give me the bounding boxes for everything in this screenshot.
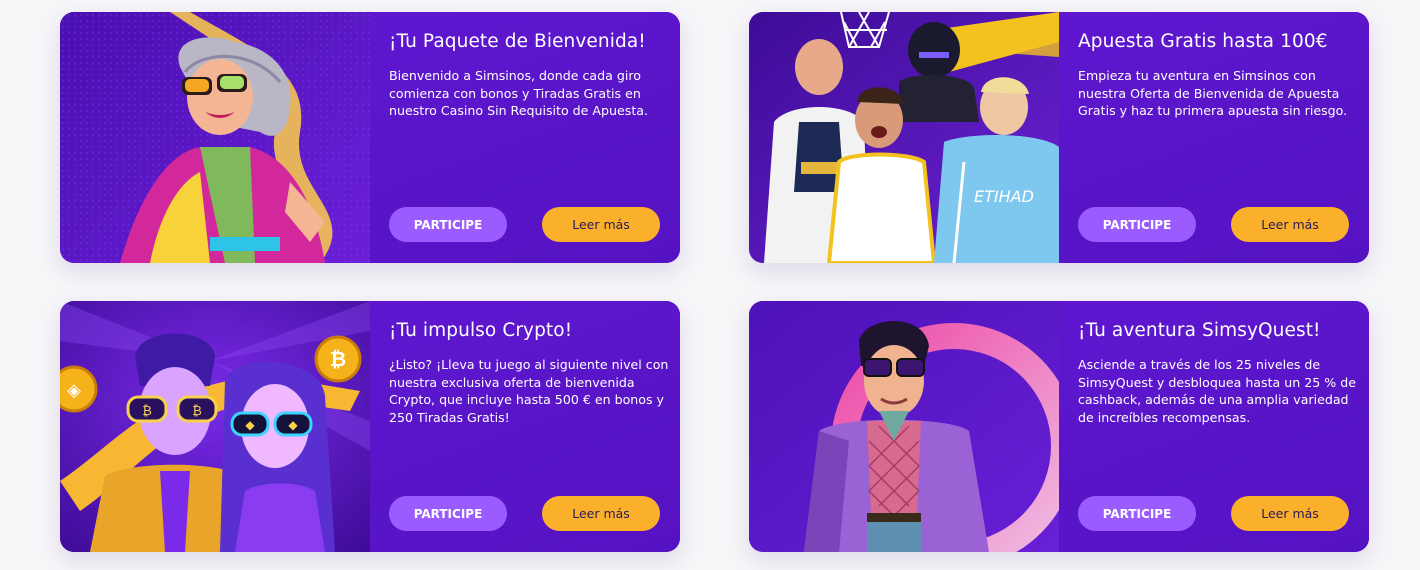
participate-button[interactable]: PARTICIPE xyxy=(389,496,507,531)
svg-text:ETIHAD: ETIHAD xyxy=(974,187,1034,206)
promo-card-content: ¡Tu impulso Crypto! ¿Listo? ¡Lleva tu ju… xyxy=(370,301,680,552)
promo-card-description: Empieza tu aventura en Simsinos con nues… xyxy=(1078,68,1348,118)
read-more-button[interactable]: Leer más xyxy=(542,207,660,242)
participate-button[interactable]: PARTICIPE xyxy=(1078,207,1196,242)
read-more-button[interactable]: Leer más xyxy=(1231,496,1349,531)
promo-card-welcome-package: ¡Tu Paquete de Bienvenida! Bienvenido a … xyxy=(60,12,680,263)
svg-text:₿: ₿ xyxy=(142,404,152,419)
svg-text:◆: ◆ xyxy=(245,418,255,432)
promo-card-crypto-boost: ₿ ◈ ₿ ₿ ◆ ◆ ¡Tu impulso Crypto! ¿Listo? … xyxy=(60,301,680,552)
promo-card-content: Apuesta Gratis hasta 100€ Empieza tu ave… xyxy=(1059,12,1369,263)
promo-card-title: ¡Tu Paquete de Bienvenida! xyxy=(389,31,646,52)
man-in-coat-illustration xyxy=(749,301,1059,552)
promo-card-content: ¡Tu aventura SimsyQuest! Asciende a trav… xyxy=(1059,301,1369,552)
promo-card-title: ¡Tu impulso Crypto! xyxy=(389,320,573,341)
svg-text:₿: ₿ xyxy=(330,347,346,371)
participate-button[interactable]: PARTICIPE xyxy=(1078,496,1196,531)
crypto-couple-illustration: ₿ ◈ ₿ ₿ ◆ ◆ xyxy=(60,301,370,552)
promo-card-simsyquest: ¡Tu aventura SimsyQuest! Asciende a trav… xyxy=(749,301,1369,552)
svg-text:₿: ₿ xyxy=(192,404,202,419)
promo-card-description: Bienvenido a Simsinos, donde cada giro c… xyxy=(389,68,648,118)
svg-text:◆: ◆ xyxy=(288,418,298,432)
read-more-button[interactable]: Leer más xyxy=(542,496,660,531)
svg-text:◈: ◈ xyxy=(67,380,81,401)
promo-card-content: ¡Tu Paquete de Bienvenida! Bienvenido a … xyxy=(370,12,680,263)
read-more-button[interactable]: Leer más xyxy=(1231,207,1349,242)
sports-athletes-collage: ETIHAD xyxy=(749,12,1059,263)
promo-card-free-bet: ETIHAD Apuesta Gratis hasta 100€ Empieza… xyxy=(749,12,1369,263)
woman-with-glasses-illustration xyxy=(60,12,370,263)
participate-button[interactable]: PARTICIPE xyxy=(389,207,507,242)
promo-card-description: Asciende a través de los 25 niveles de S… xyxy=(1078,357,1356,425)
promo-card-title: ¡Tu aventura SimsyQuest! xyxy=(1078,320,1321,341)
promo-card-title: Apuesta Gratis hasta 100€ xyxy=(1078,31,1328,52)
promo-card-description: ¿Listo? ¡Lleva tu juego al siguiente niv… xyxy=(389,357,669,425)
